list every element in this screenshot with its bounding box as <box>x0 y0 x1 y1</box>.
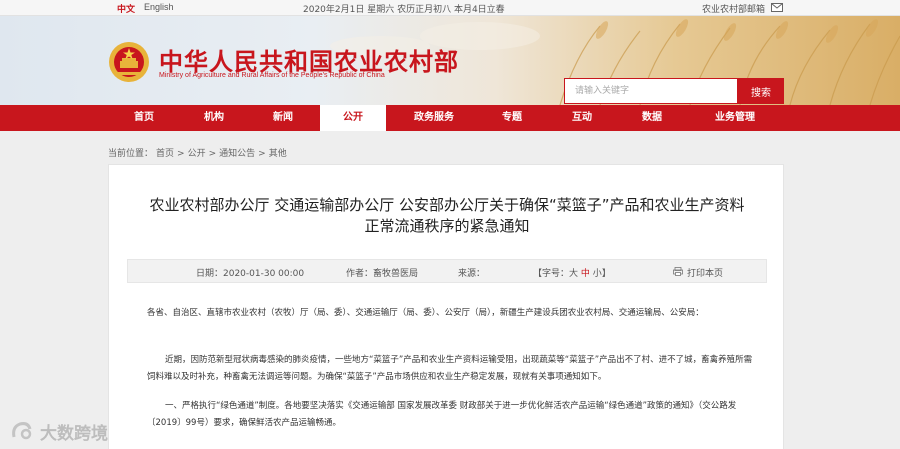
nav-item-data[interactable]: 数据 <box>630 105 674 131</box>
article-title-line1: 农业农村部办公厅 交通运输部办公厅 公安部办公厅关于确保“菜篮子”产品和农业生产… <box>149 196 745 214</box>
print-page-link[interactable]: 打印本页 <box>687 266 723 279</box>
nav-item-organization[interactable]: 机构 <box>192 105 236 131</box>
national-emblem-logo <box>109 42 149 82</box>
article-title-line2: 正常流通秩序的紧急通知 <box>364 217 530 235</box>
breadcrumb-item-notices[interactable]: 通知公告 <box>219 149 255 159</box>
top-utility-bar: 中文 English 2020年2月1日 星期六 农历正月初八 本月4日立春 农… <box>0 0 900 16</box>
font-size-suffix: 】 <box>601 269 611 279</box>
watermark-text: 大数跨境 <box>40 424 108 444</box>
print-icon[interactable] <box>673 267 683 276</box>
article-paragraph-salutation: 各省、自治区、直辖市农业农村（农牧）厅（局、委）、交通运输厅（局、委）、公安厅（… <box>147 308 704 318</box>
nav-item-home[interactable]: 首页 <box>122 105 166 131</box>
font-size-large-button[interactable]: 大 <box>569 269 578 279</box>
watermark-logo-icon <box>12 422 32 440</box>
breadcrumb-item-home[interactable]: 首页 <box>156 149 174 159</box>
breadcrumb-separator: > <box>258 149 266 159</box>
article-paragraph-intro: 近期，因防范新型冠状病毒感染的肺炎疫情，一些地方“菜篮子”产品和农业生产资料运输… <box>147 355 753 382</box>
breadcrumb-prefix: 当前位置： <box>108 149 154 159</box>
font-size-medium-button[interactable]: 中 <box>581 269 590 279</box>
article-date: 日期：2020-01-30 00:00 <box>196 269 305 279</box>
article-info-bar: 日期：2020-01-30 00:00 作者：畜牧兽医局 来源： 【字号：大 中… <box>127 259 767 283</box>
mailbox-link[interactable]: 农业农村部邮箱 <box>702 2 765 15</box>
breadcrumb-separator: > <box>208 149 217 159</box>
nav-item-business-management[interactable]: 业务管理 <box>706 105 764 131</box>
breadcrumb: 当前位置： 首页 > 公开 > 通知公告 > 其他 <box>108 146 290 159</box>
nav-item-news[interactable]: 新闻 <box>261 105 305 131</box>
font-size-control: 【字号：大 中 小】 <box>533 266 611 279</box>
font-size-prefix: 【字号： <box>533 269 570 279</box>
article-author: 作者：畜牧兽医局 <box>346 269 419 279</box>
article-paragraph-item1: 一、严格执行“绿色通道”制度。各地要坚决落实《交通运输部 国家发展改革委 财政部… <box>147 401 737 428</box>
font-size-small-button[interactable]: 小 <box>593 269 602 279</box>
article-source: 来源： <box>458 269 486 279</box>
nav-item-topics[interactable]: 专题 <box>490 105 534 131</box>
search-button[interactable]: 搜索 <box>738 78 784 104</box>
nav-item-interaction[interactable]: 互动 <box>560 105 604 131</box>
language-english-link[interactable]: English <box>144 2 174 12</box>
mail-icon[interactable] <box>771 3 783 12</box>
date-line: 2020年2月1日 星期六 农历正月初八 本月4日立春 <box>303 5 505 15</box>
nav-item-government-services[interactable]: 政务服务 <box>405 105 463 131</box>
article-card: 农业农村部办公厅 交通运输部办公厅 公安部办公厅关于确保“菜篮子”产品和农业生产… <box>108 164 784 449</box>
site-subtitle: Ministry of Agriculture and Rural Affair… <box>159 72 385 79</box>
search-input[interactable] <box>564 78 738 104</box>
nav-item-public[interactable]: 公开 <box>320 105 386 131</box>
breadcrumb-separator: > <box>177 149 185 159</box>
article-title: 农业农村部办公厅 交通运输部办公厅 公安部办公厅关于确保“菜篮子”产品和农业生产… <box>109 195 785 237</box>
header-banner: 中华人民共和国农业农村部 Ministry of Agriculture and… <box>0 16 900 105</box>
breadcrumb-item-public[interactable]: 公开 <box>188 149 206 159</box>
main-nav: 首页 机构 新闻 公开 政务服务 专题 互动 数据 业务管理 <box>0 105 900 131</box>
language-chinese-link[interactable]: 中文 <box>117 2 135 15</box>
breadcrumb-item-other[interactable]: 其他 <box>269 149 287 159</box>
